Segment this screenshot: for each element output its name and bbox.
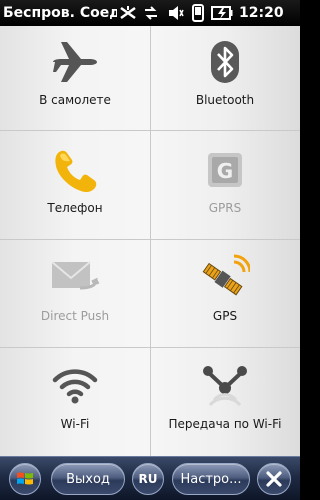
tile-phone[interactable]: Телефон xyxy=(0,134,150,242)
phone-status-icon[interactable] xyxy=(187,0,209,26)
tile-gprs[interactable]: G GPRS xyxy=(150,134,300,242)
tile-gps[interactable]: GPS xyxy=(150,242,300,350)
settings-label: Настро... xyxy=(180,471,242,487)
svg-text:G: G xyxy=(217,159,233,183)
tile-label: В самолете xyxy=(39,93,111,107)
tile-label: Bluetooth xyxy=(195,93,255,107)
tile-label: Direct Push xyxy=(40,309,110,323)
wireless-manager-grid: В самолете Bluetooth Телефон G GPRS Dire… xyxy=(0,26,300,456)
speaker-icon[interactable] xyxy=(163,0,187,26)
language-label: RU xyxy=(138,472,158,486)
settings-button[interactable]: Настро... xyxy=(172,463,250,495)
bluetooth-icon xyxy=(150,34,300,90)
language-button[interactable]: RU xyxy=(132,463,164,495)
wifi-sharing-icon xyxy=(150,358,300,414)
close-button[interactable] xyxy=(257,463,291,495)
close-icon xyxy=(265,470,283,488)
no-signal-icon[interactable] xyxy=(117,0,139,26)
tile-airplane-mode[interactable]: В самолете xyxy=(0,26,150,134)
tile-bluetooth[interactable]: Bluetooth xyxy=(150,26,300,134)
tile-label: GPRS xyxy=(208,201,242,215)
tile-label: Wi-Fi xyxy=(60,417,90,431)
mail-icon xyxy=(0,250,150,306)
tile-label: Телефон xyxy=(47,201,103,215)
tile-label: GPS xyxy=(212,309,238,323)
clock[interactable]: 12:20 xyxy=(239,5,284,21)
gprs-icon: G xyxy=(150,142,300,198)
wifi-icon xyxy=(0,358,150,414)
status-bar: Беспров. Соедине 12:20 xyxy=(0,0,300,26)
tile-wifi[interactable]: Wi-Fi xyxy=(0,350,150,458)
window-title[interactable]: Беспров. Соедине xyxy=(0,5,117,21)
exit-label: Выход xyxy=(66,471,110,487)
tile-wifi-sharing[interactable]: Передача по Wi-Fi xyxy=(150,350,300,458)
phone-icon xyxy=(0,142,150,198)
data-transfer-icon[interactable] xyxy=(139,0,163,26)
tile-label: Передача по Wi-Fi xyxy=(168,417,282,431)
satellite-icon xyxy=(150,250,300,306)
start-button[interactable] xyxy=(9,463,41,495)
exit-button[interactable]: Выход xyxy=(51,463,125,495)
windows-logo-icon xyxy=(16,470,34,488)
tile-direct-push[interactable]: Direct Push xyxy=(0,242,150,350)
airplane-icon xyxy=(0,34,150,90)
battery-icon[interactable] xyxy=(209,0,235,26)
taskbar: Выход RU Настро... xyxy=(0,456,300,500)
